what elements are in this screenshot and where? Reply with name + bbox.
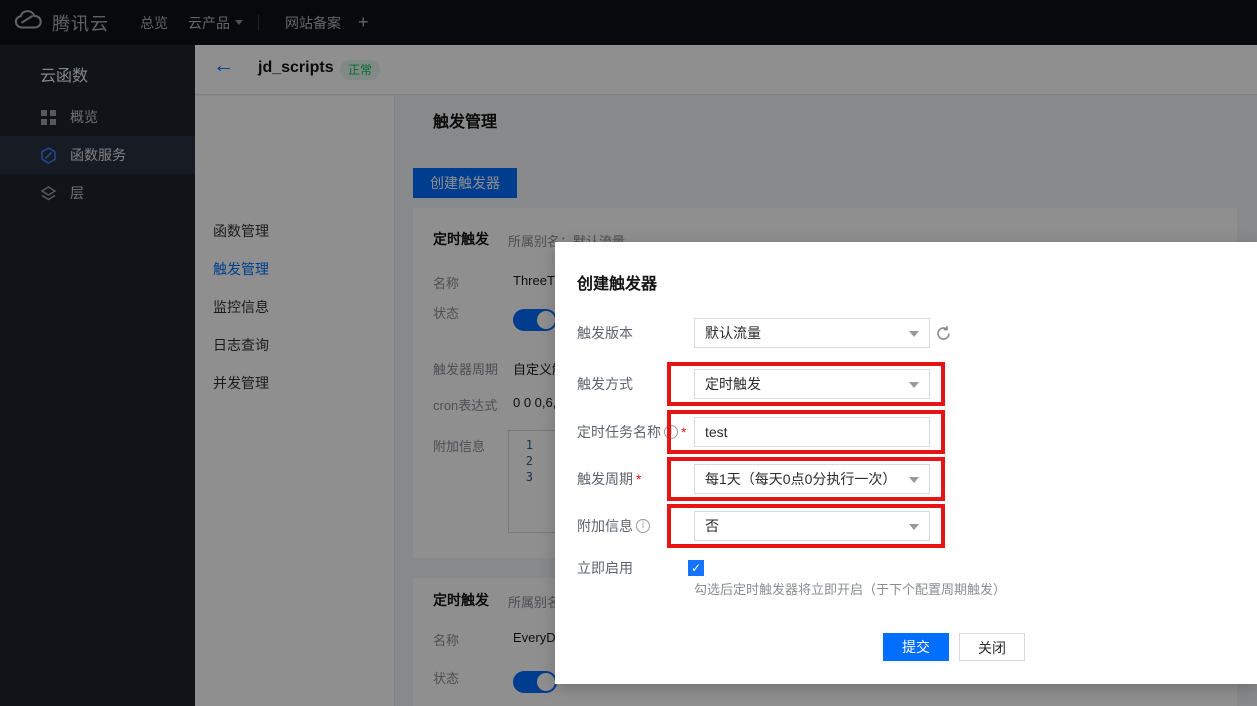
- refresh-icon[interactable]: [935, 325, 952, 342]
- chevron-down-icon: [909, 382, 919, 388]
- chevron-down-icon: [909, 524, 919, 530]
- trigger-period-select[interactable]: 每1天（每天0点0分执行一次）: [694, 464, 930, 494]
- extra-info-select[interactable]: 否: [694, 511, 930, 541]
- app-screen: 腾讯云 总览 云产品 网站备案 + 云函数 概览: [0, 0, 1257, 706]
- info-icon[interactable]: i: [664, 425, 678, 439]
- info-icon[interactable]: i: [636, 519, 650, 533]
- required-asterisk: *: [681, 424, 686, 440]
- chevron-down-icon: [909, 477, 919, 483]
- dialog-title: 创建触发器: [577, 270, 657, 294]
- label-trigger-method: 触发方式: [577, 374, 633, 394]
- label-extra-info: 附加信息 i: [577, 516, 650, 536]
- create-trigger-dialog: 创建触发器 触发版本 默认流量 触发方式 定时触发 定时任务名称 i *: [555, 242, 1257, 684]
- enable-now-checkbox[interactable]: ✓: [688, 560, 704, 576]
- label-timer-task-name: 定时任务名称 i *: [577, 422, 686, 442]
- close-button[interactable]: 关闭: [959, 633, 1025, 661]
- submit-button[interactable]: 提交: [883, 633, 949, 661]
- required-asterisk: *: [636, 471, 641, 487]
- chevron-down-icon: [909, 331, 919, 337]
- timer-task-name-input[interactable]: [694, 417, 930, 447]
- trigger-version-select[interactable]: 默认流量: [694, 318, 930, 348]
- label-enable-now: 立即启用: [577, 558, 633, 578]
- label-trigger-version: 触发版本: [577, 323, 633, 343]
- enable-now-helper-text: 勾选后定时触发器将立即开启（于下个配置周期触发）: [694, 579, 1006, 598]
- label-trigger-period: 触发周期 *: [577, 469, 641, 489]
- trigger-method-select[interactable]: 定时触发: [694, 369, 930, 399]
